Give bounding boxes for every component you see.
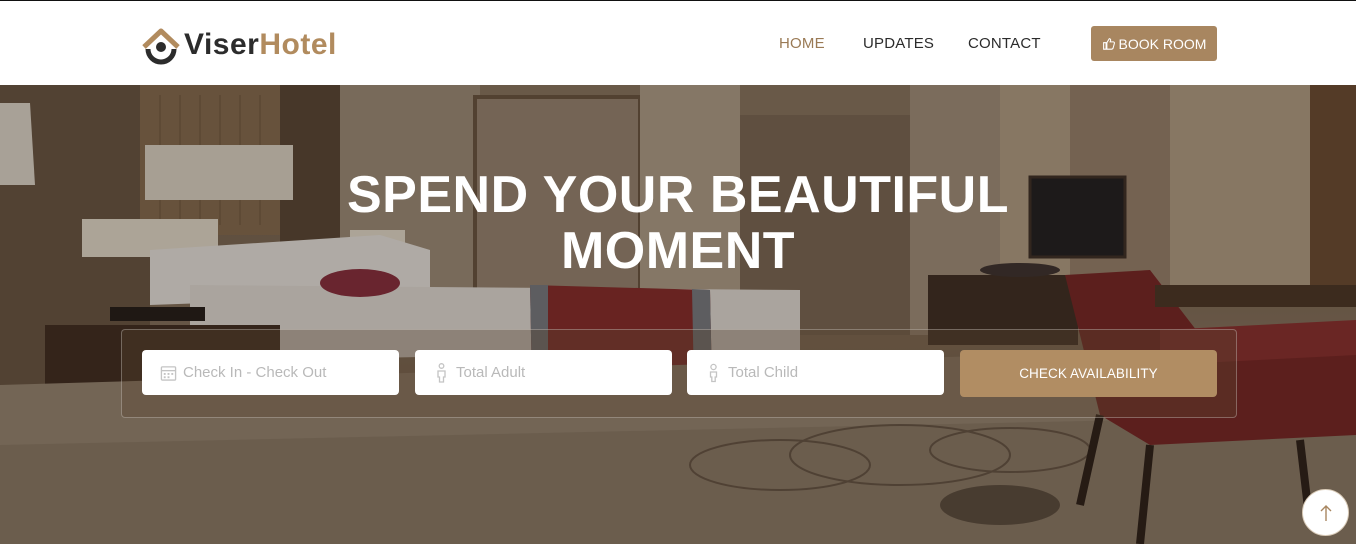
thumbs-up-icon (1102, 38, 1115, 50)
child-icon (709, 363, 718, 382)
book-room-button[interactable]: BOOK ROOM (1091, 26, 1217, 61)
check-availability-button[interactable]: CHECK AVAILABILITY (960, 350, 1217, 397)
availability-search-form: Check In - Check Out Total Adult Total C… (121, 329, 1237, 418)
date-range-placeholder: Check In - Check Out (183, 364, 327, 381)
total-adult-field[interactable]: Total Adult (415, 350, 672, 395)
nav-updates[interactable]: UPDATES (863, 35, 934, 52)
arrow-up-icon (1320, 504, 1331, 521)
total-adult-placeholder: Total Adult (456, 364, 526, 381)
brand-name: ViserHotel (184, 28, 337, 61)
date-range-field[interactable]: Check In - Check Out (142, 350, 399, 395)
hero-section: SPEND YOUR BEAUTIFUL MOMENT Check In - C… (0, 85, 1356, 544)
site-header: ViserHotel HOME UPDATES CONTACT BOOK ROO… (0, 1, 1356, 85)
nav-home[interactable]: HOME (779, 35, 825, 52)
person-icon (437, 362, 446, 383)
logo[interactable]: ViserHotel (140, 25, 337, 65)
total-child-placeholder: Total Child (728, 364, 799, 381)
nav-contact[interactable]: CONTACT (968, 35, 1041, 52)
book-room-label: BOOK ROOM (1118, 35, 1207, 52)
house-logo-icon (142, 28, 180, 65)
scroll-to-top-button[interactable] (1302, 489, 1349, 536)
hero-overlay (0, 85, 1356, 544)
calendar-icon (160, 365, 177, 381)
total-child-field[interactable]: Total Child (687, 350, 944, 395)
hero-title: SPEND YOUR BEAUTIFUL MOMENT (347, 166, 1009, 280)
